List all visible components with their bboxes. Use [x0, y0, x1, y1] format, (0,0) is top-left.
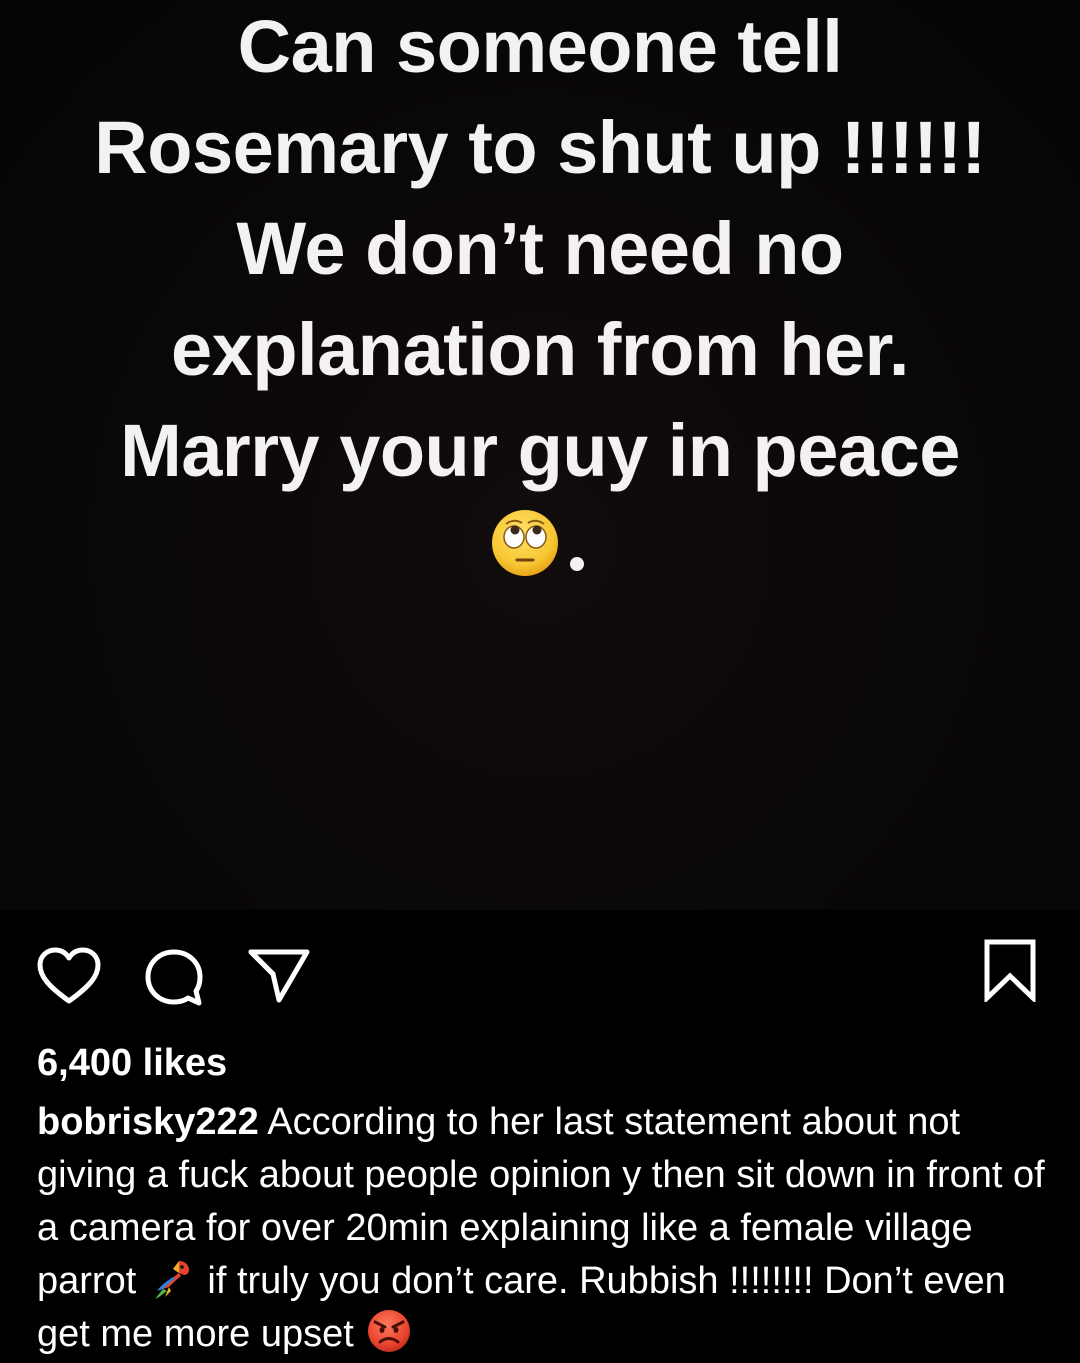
- post-image[interactable]: Can someone tell Rosemary to shut up !!!…: [0, 0, 1080, 910]
- angry-face-emoji: [368, 1310, 411, 1352]
- story-line-5: Marry your guy in peace: [120, 409, 960, 492]
- paper-plane-icon[interactable]: [248, 948, 310, 1004]
- bookmark-icon[interactable]: [982, 938, 1038, 1002]
- story-end-dot: [570, 557, 584, 571]
- story-line-1: Can someone tell: [237, 5, 843, 88]
- story-text: Can someone tell Rosemary to shut up !!!…: [0, 0, 1080, 602]
- caption-username[interactable]: bobrisky222: [37, 1101, 259, 1143]
- story-line-2: Rosemary to shut up !!!!!!: [94, 106, 986, 189]
- story-line-4: explanation from her.: [171, 308, 909, 391]
- comment-bubble-icon[interactable]: [144, 948, 204, 1008]
- story-emoji-line: [0, 501, 1080, 602]
- caption: bobrisky222 According to her last statem…: [37, 1096, 1057, 1361]
- heart-icon[interactable]: [36, 946, 102, 1006]
- action-bar: [0, 930, 1080, 1020]
- story-line-3: We don’t need no: [236, 207, 844, 290]
- likes-count[interactable]: 6,400 likes: [37, 1040, 227, 1086]
- parrot-emoji: [154, 1261, 189, 1299]
- face-with-rolling-eyes-emoji: [492, 510, 558, 576]
